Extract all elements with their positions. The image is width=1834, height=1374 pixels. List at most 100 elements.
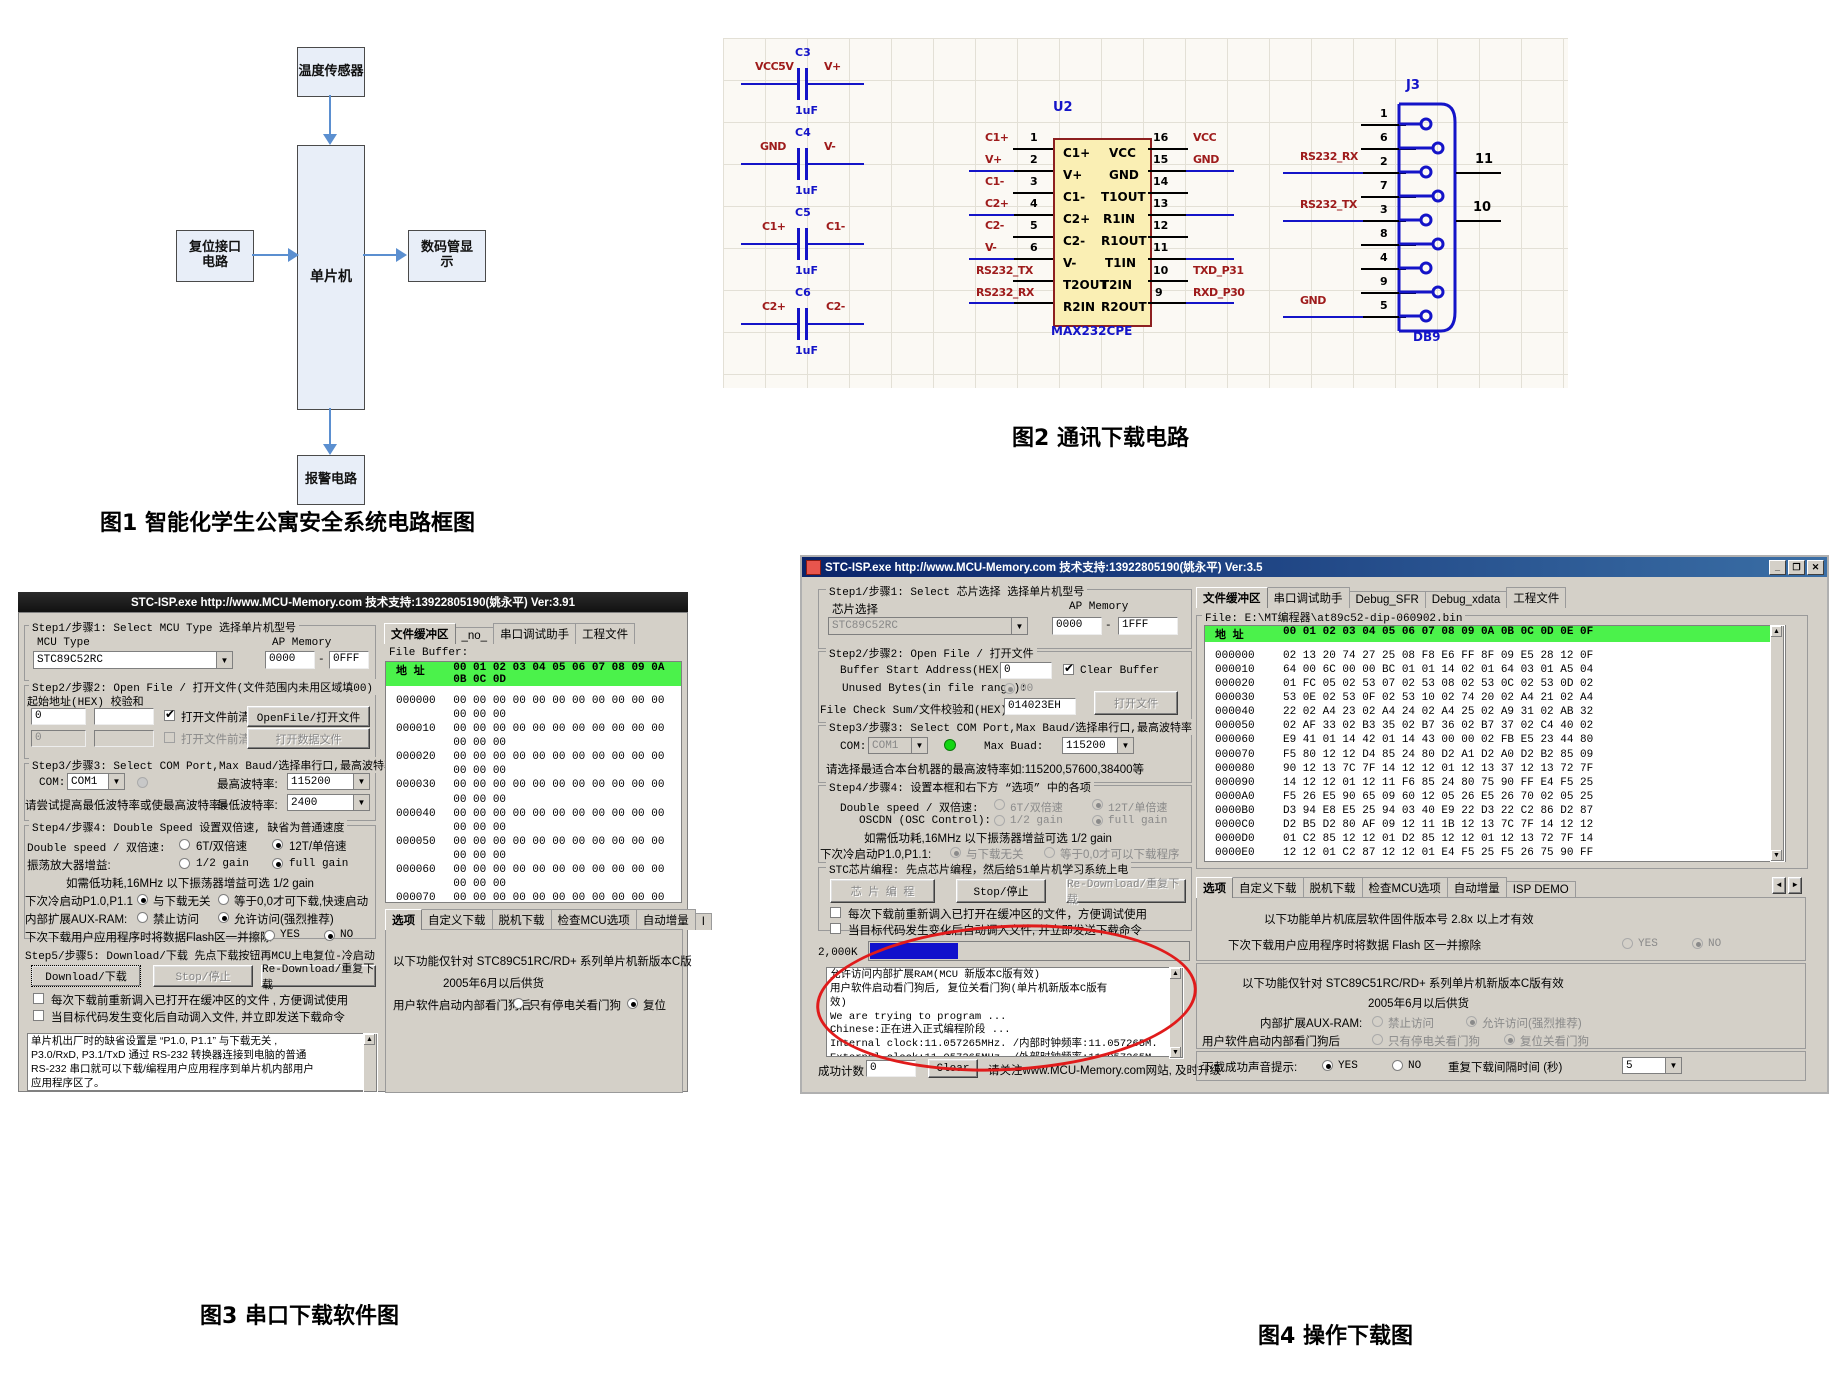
tab-debug-xdata[interactable]: Debug_xdata <box>1425 591 1507 608</box>
radio-aux-enable[interactable] <box>218 912 229 923</box>
log-scrollbar[interactable]: ▲ ▼ <box>1169 967 1184 1059</box>
radio-erase-flash-yes[interactable] <box>1622 938 1633 949</box>
reload-before-download-checkbox[interactable] <box>830 907 841 918</box>
tab-offline-download[interactable]: 脱机下载 <box>1303 877 1363 898</box>
radio-full-gain[interactable] <box>1092 815 1103 826</box>
radio-wdt-power-off[interactable] <box>1372 1034 1383 1045</box>
tab-serial-debug[interactable]: 串口调试助手 <box>1267 587 1350 608</box>
chip-select-combo[interactable]: STC89C52RC ▼ <box>828 617 1028 635</box>
chevron-down-icon[interactable]: ▼ <box>1011 618 1027 634</box>
tab-scroll-left-button[interactable]: ◄ <box>1772 877 1786 894</box>
tab-auto-increment[interactable]: 自动增量 <box>636 909 696 930</box>
radio-aux-enable[interactable] <box>1466 1016 1477 1027</box>
hex-scrollbar[interactable]: ▲ ▼ <box>1770 625 1785 862</box>
ap-start-field[interactable]: 0000 <box>265 651 315 669</box>
chevron-down-icon[interactable]: ▼ <box>1117 738 1133 753</box>
tab-options[interactable]: 选项 <box>385 909 422 930</box>
radio-cold-b[interactable] <box>218 894 229 905</box>
tab-project-file[interactable]: 工程文件 <box>1506 587 1566 608</box>
download-button[interactable]: Download/下载 <box>31 965 141 987</box>
figure4-hex-viewer[interactable]: 地 址 00 01 02 03 04 05 06 07 08 09 0A 0B … <box>1204 625 1786 862</box>
mcu-type-combo[interactable]: STC89C52RC ▼ <box>33 651 233 669</box>
figure3-hex-viewer[interactable]: 地 址 00 01 02 03 04 05 06 07 08 09 0A 0B … <box>385 661 682 903</box>
radio-wdt-reset[interactable] <box>627 998 638 1009</box>
clear-buffer-checkbox[interactable] <box>164 710 175 721</box>
interval-combo[interactable]: 5 ▼ <box>1622 1057 1682 1074</box>
success-count-field[interactable]: 0 <box>866 1060 916 1077</box>
reload-before-download-checkbox[interactable] <box>33 993 44 1004</box>
tab-serial-debug[interactable]: 串口调试助手 <box>493 623 576 644</box>
tab-auto-increment[interactable]: 自动增量 <box>1447 877 1507 898</box>
tab-check-mcu-options[interactable]: 检查MCU选项 <box>1362 877 1448 898</box>
tab-scroll-right-button[interactable]: ► <box>1788 877 1802 894</box>
tab-isp-demo[interactable]: ISP DEMO <box>1506 881 1576 898</box>
tab-no[interactable]: _no_ <box>455 627 495 644</box>
tab-file-buffer[interactable]: 文件缓冲区 <box>1196 587 1268 608</box>
radio-6t[interactable] <box>994 799 1005 810</box>
radio-12t[interactable] <box>272 839 283 850</box>
max-baud-combo[interactable]: 115200 ▼ <box>1062 737 1134 754</box>
clear-button[interactable]: Clear <box>928 1059 978 1078</box>
tab-offline-download[interactable]: 脱机下载 <box>492 909 552 930</box>
radio-cold-a[interactable] <box>950 847 961 858</box>
stop-button[interactable]: Stop/停止 <box>956 879 1046 903</box>
scroll-down-icon[interactable]: ▼ <box>1170 1047 1181 1058</box>
radio-12t[interactable] <box>1092 799 1103 810</box>
scroll-up-icon[interactable]: ▲ <box>1771 626 1782 637</box>
chevron-down-icon[interactable]: ▼ <box>108 774 124 789</box>
tab-project-file[interactable]: 工程文件 <box>575 623 635 644</box>
tab-custom-download[interactable]: 自定义下载 <box>421 909 493 930</box>
ap-end-field[interactable]: 0FFF <box>329 651 369 669</box>
radio-half-gain[interactable] <box>179 858 190 869</box>
open-file-button[interactable]: OpenFile/打开文件 <box>247 706 370 727</box>
com-port-combo[interactable]: COM1 ▼ <box>67 773 125 790</box>
radio-flash-yes[interactable] <box>264 930 275 941</box>
ap-start-field[interactable]: 0000 <box>1052 617 1102 635</box>
redownload-button[interactable]: Re-Download/重复下载 <box>261 965 376 987</box>
auto-reload-checkbox[interactable] <box>33 1010 44 1021</box>
min-baud-combo[interactable]: 2400 ▼ <box>287 794 370 811</box>
log-textarea[interactable]: 允许访问内部扩展RAM(MCU 新版本C版有效) 用户软件启动看门狗后, 复位关… <box>826 967 1182 1057</box>
checksum-field[interactable] <box>94 708 154 725</box>
scroll-up-icon[interactable]: ▲ <box>364 1034 375 1045</box>
radio-half-gain[interactable] <box>994 815 1005 826</box>
com-port-combo[interactable]: COM1 ▼ <box>868 737 928 754</box>
minimize-button[interactable]: _ <box>1769 560 1786 575</box>
radio-wdt-power-off[interactable] <box>513 998 524 1009</box>
buffer-start-field[interactable]: 0 <box>1000 662 1052 679</box>
radio-wdt-reset[interactable] <box>1504 1034 1515 1045</box>
tab-custom-download[interactable]: 自定义下载 <box>1232 877 1304 898</box>
radio-sound-no[interactable] <box>1392 1060 1403 1071</box>
start-address-field[interactable]: 0 <box>31 708 86 725</box>
maximize-button[interactable]: ❐ <box>1788 560 1805 575</box>
radio-6t[interactable] <box>179 839 190 850</box>
scroll-up-icon[interactable]: ▲ <box>1170 968 1181 979</box>
help-textbox[interactable]: 单片机出厂时的缺省设置是 “P1.0, P1.1” 与下载无关 , P3.0/R… <box>27 1033 375 1091</box>
radio-erase-flash-no[interactable] <box>1692 938 1703 949</box>
tab-file-buffer[interactable]: 文件缓冲区 <box>384 623 456 644</box>
radio-cold-b[interactable] <box>1044 847 1055 858</box>
radio-flash-no[interactable] <box>324 930 335 941</box>
chevron-down-icon[interactable]: ▼ <box>353 774 369 789</box>
radio-full-gain[interactable] <box>272 858 283 869</box>
ap-end-field[interactable]: 1FFF <box>1118 617 1178 635</box>
chevron-down-icon[interactable]: ▼ <box>911 738 927 753</box>
radio-aux-disable[interactable] <box>137 912 148 923</box>
clear-buffer-checkbox[interactable] <box>1063 664 1074 675</box>
scroll-down-icon[interactable]: ▼ <box>1771 850 1782 861</box>
auto-reload-checkbox[interactable] <box>830 923 841 934</box>
file-checksum-field[interactable]: 014023EH <box>1004 698 1076 715</box>
help-scrollbar[interactable]: ▲ <box>363 1033 378 1093</box>
tab-debug-sfr[interactable]: Debug_SFR <box>1349 591 1426 608</box>
radio-sound-yes[interactable] <box>1322 1060 1333 1071</box>
tab-check-mcu-options[interactable]: 检查MCU选项 <box>551 909 637 930</box>
tab-isp-demo[interactable]: I <box>695 913 712 930</box>
chevron-down-icon[interactable]: ▼ <box>216 652 232 668</box>
chevron-down-icon[interactable]: ▼ <box>1665 1058 1681 1073</box>
tab-options[interactable]: 选项 <box>1196 877 1233 898</box>
max-baud-combo[interactable]: 115200 ▼ <box>287 773 370 790</box>
chevron-down-icon[interactable]: ▼ <box>353 795 369 810</box>
radio-aux-disable[interactable] <box>1372 1016 1383 1027</box>
radio-cold-a[interactable] <box>137 894 148 905</box>
close-button[interactable]: ✕ <box>1807 560 1824 575</box>
